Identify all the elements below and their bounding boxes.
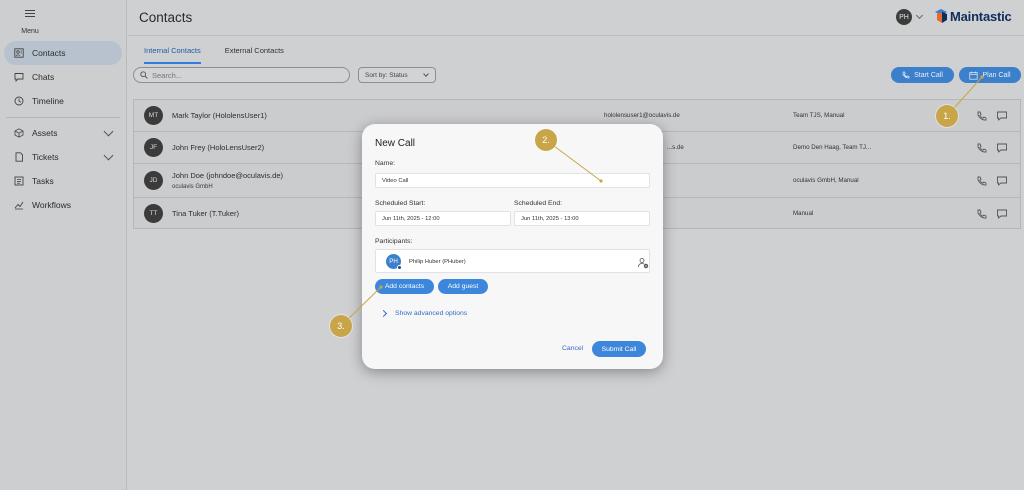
- sidebar-item-label: Timeline: [32, 96, 64, 106]
- step-marker-3: 3.: [330, 315, 352, 337]
- scheduled-start-input[interactable]: Jun 11th, 2025 - 12:00: [375, 211, 511, 226]
- sort-value: Sort by: Status: [365, 72, 408, 79]
- tab-internal-contacts[interactable]: Internal Contacts: [144, 45, 201, 64]
- search-box[interactable]: [133, 67, 350, 83]
- chat-icon[interactable]: [996, 174, 1008, 186]
- brand-logo: Maintastic: [934, 8, 1012, 24]
- calendar-phone-icon: [969, 71, 979, 80]
- scheduled-start-label: Scheduled Start:: [375, 200, 426, 207]
- sidebar-item-label: Workflows: [32, 200, 72, 210]
- sidebar-item-tasks[interactable]: Tasks: [4, 169, 122, 193]
- add-contacts-button[interactable]: Add contacts: [375, 279, 434, 294]
- chat-icon[interactable]: [996, 207, 1008, 219]
- sidebar-divider: [6, 117, 120, 118]
- sidebar-item-assets[interactable]: Assets: [4, 121, 122, 145]
- participant-avatar: PH: [386, 254, 402, 270]
- chevron-down-icon[interactable]: [915, 11, 924, 20]
- sidebar-nav: Contacts Chats Timeline Assets Tickets T…: [4, 41, 122, 217]
- hamburger-icon: [25, 10, 35, 17]
- sort-select[interactable]: Sort by: Status: [358, 67, 436, 83]
- contact-teams: Manual: [793, 210, 814, 217]
- search-icon: [140, 66, 148, 84]
- chat-icon[interactable]: [996, 141, 1008, 153]
- call-icon[interactable]: [976, 141, 988, 153]
- contacts-icon: [14, 48, 24, 58]
- menu-button[interactable]: Menu: [10, 8, 50, 38]
- participant-initials: PH: [389, 258, 398, 265]
- dialog-title: New Call: [375, 138, 416, 149]
- submit-call-button[interactable]: Submit Call: [592, 341, 646, 357]
- sidebar-item-chats[interactable]: Chats: [4, 65, 122, 89]
- sidebar-item-label: Contacts: [32, 48, 66, 58]
- page-title: Contacts: [139, 10, 193, 25]
- participant-name: Philip Huber (PHuber): [409, 259, 466, 265]
- advanced-options-label: Show advanced options: [395, 310, 468, 317]
- scheduled-end-label: Scheduled End:: [514, 200, 562, 207]
- chat-icon: [14, 72, 24, 82]
- call-icon[interactable]: [976, 174, 988, 186]
- sidebar-item-tickets[interactable]: Tickets: [4, 145, 122, 169]
- name-label: Name:: [375, 160, 396, 167]
- plan-call-button[interactable]: Plan Call: [959, 67, 1021, 83]
- avatar: JF: [144, 138, 163, 157]
- plan-call-label: Plan Call: [982, 71, 1011, 79]
- sidebar-item-label: Tickets: [32, 152, 59, 162]
- contact-name: John Doe (johndoe@oculavis.de): [172, 171, 284, 180]
- start-call-label: Start Call: [914, 71, 943, 79]
- avatar: TT: [144, 204, 163, 223]
- chevron-right-icon: [379, 309, 388, 318]
- chevron-down-icon[interactable]: [103, 150, 114, 161]
- sidebar: Menu Contacts Chats Timeline Assets Tick…: [0, 0, 127, 490]
- cube-icon: [14, 128, 24, 138]
- sidebar-item-workflows[interactable]: Workflows: [4, 193, 122, 217]
- chevron-down-icon: [423, 71, 429, 77]
- contact-tabs: Internal Contacts External Contacts: [144, 45, 308, 64]
- phone-icon: [902, 71, 910, 79]
- tab-external-contacts[interactable]: External Contacts: [225, 45, 284, 64]
- step-marker-1: 1.: [936, 105, 958, 127]
- contact-email: hololensuser1@oculavis.de: [604, 112, 680, 119]
- contact-email: ...s.de: [667, 144, 684, 151]
- contact-teams: Team TJS, Manual: [793, 112, 845, 119]
- remove-participant-icon[interactable]: [637, 256, 649, 269]
- avatar: MT: [144, 106, 163, 125]
- show-advanced-options[interactable]: Show advanced options: [379, 309, 468, 318]
- workflow-icon: [14, 200, 24, 210]
- brand-name: Maintastic: [950, 8, 1012, 24]
- participant-list: PH Philip Huber (PHuber): [375, 249, 650, 273]
- ticket-icon: [14, 152, 24, 162]
- sidebar-item-timeline[interactable]: Timeline: [4, 89, 122, 113]
- cancel-button[interactable]: Cancel: [562, 345, 583, 352]
- maintastic-logo-icon: [934, 8, 948, 24]
- scheduled-end-input[interactable]: Jun 11th, 2025 - 13:00: [514, 211, 650, 226]
- call-icon[interactable]: [976, 207, 988, 219]
- step-marker-2: 2.: [535, 129, 557, 151]
- call-icon[interactable]: [976, 109, 988, 121]
- header: Contacts PH Maintastic: [128, 0, 1024, 36]
- contact-company: oculavis GmbH: [172, 184, 213, 190]
- menu-label: Menu: [21, 28, 39, 35]
- sidebar-item-label: Tasks: [32, 176, 54, 186]
- clock-icon: [14, 96, 24, 106]
- new-call-dialog: New Call Name: Video Call Scheduled Star…: [362, 124, 663, 369]
- contact-name: John Frey (HoloLensUser2): [172, 143, 265, 152]
- sidebar-item-contacts[interactable]: Contacts: [4, 41, 122, 65]
- sidebar-item-label: Assets: [32, 128, 58, 138]
- contact-teams: oculavis GmbH, Manual: [793, 177, 859, 184]
- name-input[interactable]: Video Call: [375, 173, 650, 188]
- sidebar-item-label: Chats: [32, 72, 55, 82]
- user-avatar[interactable]: PH: [896, 9, 912, 25]
- participants-label: Participants:: [375, 238, 413, 245]
- start-call-button[interactable]: Start Call: [891, 67, 954, 83]
- chevron-down-icon[interactable]: [103, 126, 114, 137]
- contact-name: Mark Taylor (HololensUser1): [172, 111, 267, 120]
- add-guest-button[interactable]: Add guest: [438, 279, 488, 294]
- search-input[interactable]: [152, 70, 332, 80]
- avatar: JD: [144, 171, 163, 190]
- status-dot-icon: [397, 265, 402, 270]
- chat-icon[interactable]: [996, 109, 1008, 121]
- contact-name: Tina Tuker (T.Tuker): [172, 209, 239, 218]
- tasks-icon: [14, 176, 24, 186]
- contact-teams: Demo Den Haag, Team TJ...: [793, 144, 872, 151]
